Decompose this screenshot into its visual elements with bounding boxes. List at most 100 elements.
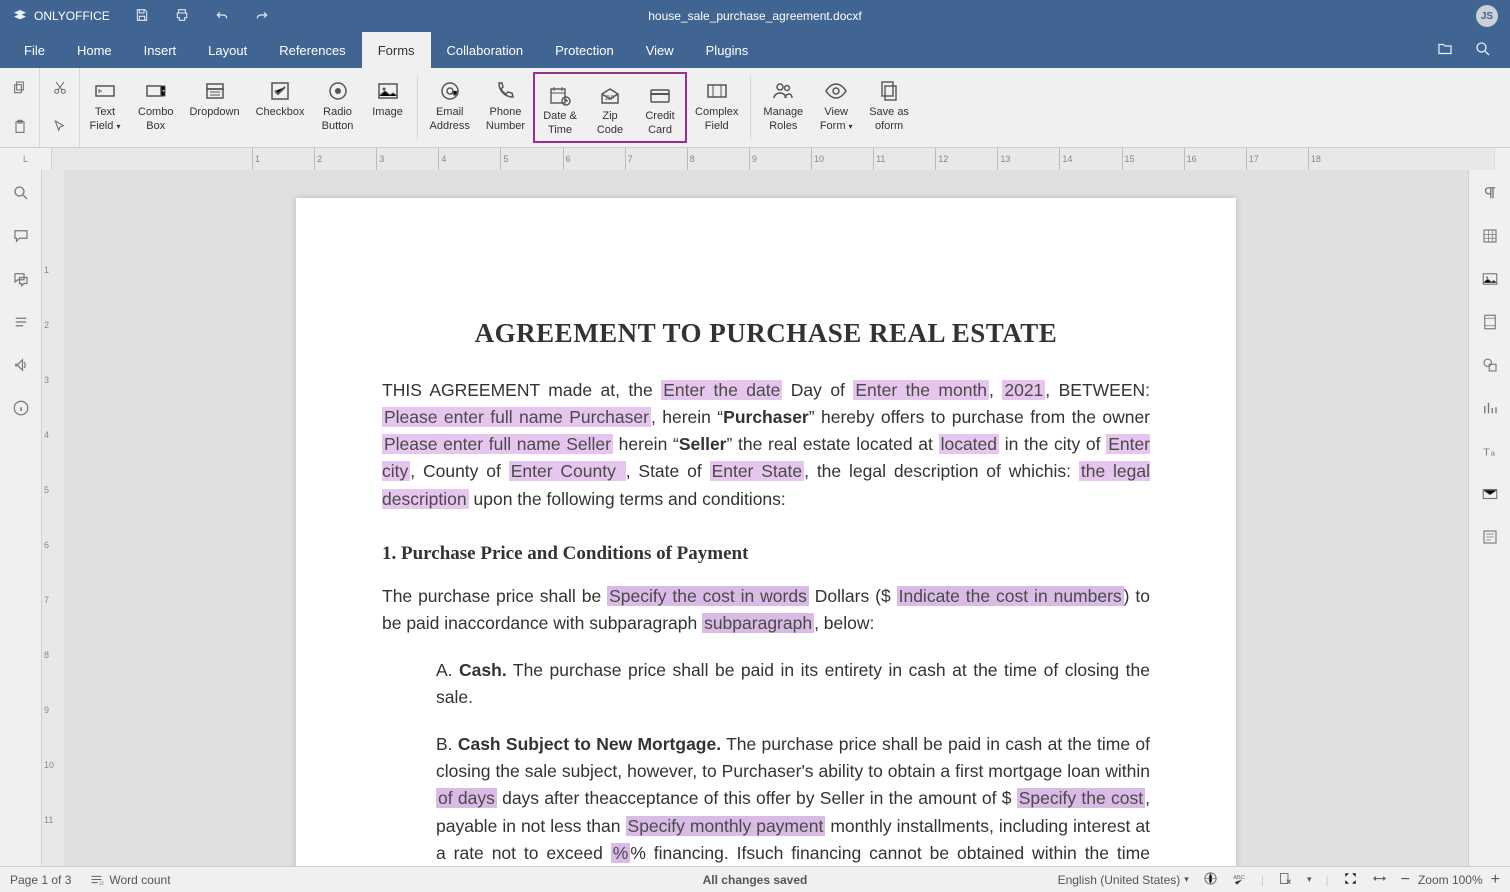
page-indicator[interactable]: Page 1 of 3	[10, 873, 71, 887]
about-icon[interactable]	[12, 399, 30, 420]
tab-view[interactable]: View	[630, 32, 690, 68]
copy-icon[interactable]	[0, 68, 39, 108]
field-monthly-payment[interactable]: Specify monthly payment	[626, 816, 826, 836]
cut-icon[interactable]	[40, 68, 79, 108]
phone-number-button[interactable]: Phone Number	[478, 68, 533, 147]
status-bar: Page 1 of 3 123 Word count All changes s…	[0, 866, 1510, 892]
field-state[interactable]: Enter State	[710, 461, 805, 481]
user-avatar[interactable]: JS	[1476, 5, 1498, 27]
image-button[interactable]: Image	[363, 68, 413, 147]
field-specify-cost[interactable]: Specify the cost	[1017, 788, 1145, 808]
workspace: 1234567891011 AGREEMENT TO PURCHASE REAL…	[0, 170, 1510, 866]
spelling-abc-icon[interactable]: ABC	[1232, 871, 1247, 889]
text-field-label: Text Field	[90, 106, 116, 132]
document-canvas[interactable]: AGREEMENT TO PURCHASE REAL ESTATE THIS A…	[64, 170, 1468, 866]
view-form-label: View Form	[820, 106, 848, 132]
field-cost-words[interactable]: Specify the cost in words	[607, 586, 809, 606]
tab-plugins[interactable]: Plugins	[690, 32, 765, 68]
field-date[interactable]: Enter the date	[661, 380, 782, 400]
field-percent[interactable]: %	[611, 843, 631, 863]
field-located[interactable]: located	[939, 434, 999, 454]
complex-field-button[interactable]: Complex Field	[687, 68, 746, 147]
paste-icon[interactable]	[0, 108, 39, 148]
zip-code-button[interactable]: ZIPZip Code	[585, 74, 635, 141]
field-cost-numbers[interactable]: Indicate the cost in numbers	[897, 586, 1124, 606]
spellcheck-icon[interactable]	[1203, 871, 1218, 889]
mail-merge-icon[interactable]	[1481, 485, 1499, 506]
select-icon[interactable]	[40, 108, 79, 148]
table-settings-icon[interactable]	[1481, 227, 1499, 248]
left-panel	[0, 170, 42, 866]
open-location-icon[interactable]	[1436, 40, 1454, 61]
section-1-heading: 1. Purchase Price and Conditions of Paym…	[382, 543, 1150, 565]
save-as-oform-label: Save as oform	[869, 106, 909, 134]
image-settings-icon[interactable]	[1481, 270, 1499, 291]
page: AGREEMENT TO PURCHASE REAL ESTATE THIS A…	[296, 198, 1236, 866]
chart-settings-icon[interactable]	[1481, 399, 1499, 420]
image-label: Image	[372, 106, 403, 120]
tab-collaboration[interactable]: Collaboration	[431, 32, 540, 68]
date-time-button[interactable]: Date & Time	[535, 74, 585, 141]
horizontal-ruler[interactable]: 123456789101112131415161718	[52, 148, 1510, 170]
zip-code-label: Zip Code	[597, 110, 623, 138]
zoom-out-button[interactable]: −	[1401, 871, 1410, 889]
paragraph-settings-icon[interactable]	[1481, 184, 1499, 205]
tab-protection[interactable]: Protection	[539, 32, 630, 68]
field-month[interactable]: Enter the month	[853, 380, 989, 400]
title-bar: ONLYOFFICE house_sale_purchase_agreement…	[0, 0, 1510, 32]
headings-icon[interactable]	[12, 313, 30, 334]
tab-home[interactable]: Home	[61, 32, 128, 68]
tab-file[interactable]: File	[8, 32, 61, 68]
header-footer-icon[interactable]	[1481, 313, 1499, 334]
view-form-button[interactable]: View Form ▾	[811, 68, 861, 147]
dropdown-label: Dropdown	[189, 106, 239, 120]
save-icon[interactable]	[134, 7, 150, 26]
search-icon[interactable]	[1474, 40, 1492, 61]
fit-width-icon[interactable]	[1372, 871, 1387, 889]
feedback-icon[interactable]	[12, 356, 30, 377]
brand-label: ONLYOFFICE	[34, 9, 110, 23]
text-field-button[interactable]: Text Field ▾	[80, 68, 130, 147]
field-year[interactable]: 2021	[1002, 380, 1045, 400]
tab-layout[interactable]: Layout	[192, 32, 263, 68]
date-time-label: Date & Time	[543, 110, 577, 138]
word-count-icon: 123	[89, 872, 104, 887]
form-settings-icon[interactable]	[1481, 528, 1499, 549]
field-seller[interactable]: Please enter full name Seller	[382, 434, 613, 454]
print-icon[interactable]	[174, 7, 190, 26]
email-address-button[interactable]: Email Address	[422, 68, 478, 147]
chat-icon[interactable]	[12, 270, 30, 291]
tab-forms[interactable]: Forms	[362, 32, 431, 68]
radio-button-button[interactable]: Radio Button	[313, 68, 363, 147]
track-changes-icon[interactable]	[1278, 871, 1293, 889]
email-address-label: Email Address	[430, 106, 470, 134]
vertical-ruler[interactable]: 1234567891011	[42, 170, 64, 866]
credit-card-button[interactable]: Credit Card	[635, 74, 685, 141]
zoom-in-button[interactable]: +	[1491, 871, 1500, 889]
tab-references[interactable]: References	[263, 32, 361, 68]
clause-a: A. Cash. The purchase price shall be pai…	[436, 657, 1150, 711]
redo-icon[interactable]	[254, 7, 270, 26]
shape-settings-icon[interactable]	[1481, 356, 1499, 377]
undo-icon[interactable]	[214, 7, 230, 26]
combo-box-label: Combo Box	[138, 106, 173, 134]
dropdown-button[interactable]: Dropdown	[181, 68, 247, 147]
save-as-oform-button[interactable]: Save as oform	[861, 68, 917, 147]
comments-icon[interactable]	[12, 227, 30, 248]
checkbox-button[interactable]: Checkbox	[248, 68, 313, 147]
find-icon[interactable]	[12, 184, 30, 205]
field-purchaser[interactable]: Please enter full name Purchaser	[382, 407, 651, 427]
manage-roles-button[interactable]: Manage Roles	[755, 68, 811, 147]
svg-text:T: T	[1483, 447, 1490, 459]
fit-page-icon[interactable]	[1343, 871, 1358, 889]
tab-insert[interactable]: Insert	[128, 32, 193, 68]
zoom-control: − Zoom 100% +	[1401, 871, 1500, 889]
language-selector[interactable]: English (United States)▾	[1058, 873, 1189, 887]
field-days[interactable]: of days	[436, 788, 497, 808]
combo-box-button[interactable]: Combo Box	[130, 68, 181, 147]
text-art-icon[interactable]: Ta	[1481, 442, 1499, 463]
zoom-level[interactable]: Zoom 100%	[1418, 873, 1483, 887]
field-county[interactable]: Enter County	[509, 461, 626, 481]
word-count[interactable]: 123 Word count	[89, 872, 170, 887]
field-subparagraph[interactable]: subparagraph	[702, 613, 814, 633]
